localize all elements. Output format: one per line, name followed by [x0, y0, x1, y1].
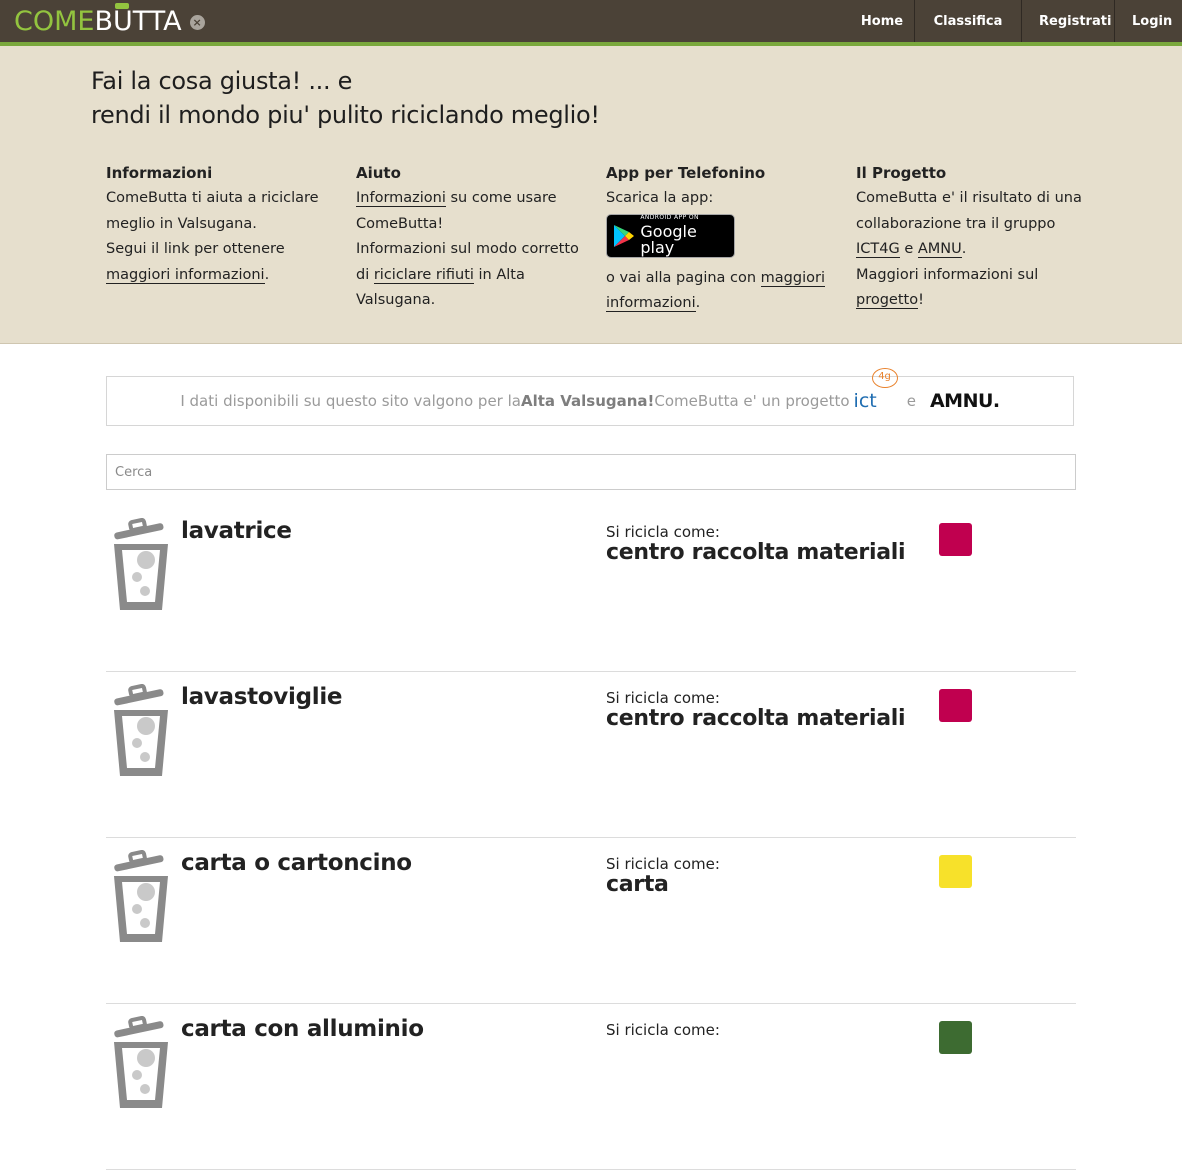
ict4g-link[interactable]: ICT4G — [856, 241, 900, 259]
trash-bin-icon — [114, 850, 168, 942]
aiuto-column: Aiuto Informazioni su come usare ComeBut… — [356, 161, 591, 314]
banner-text-1: I dati disponibili su questo sito valgon… — [180, 392, 521, 410]
result-row[interactable]: lavastoviglie Si ricicla come: centro ra… — [106, 672, 1076, 838]
item-name[interactable]: lavastoviglie — [181, 684, 343, 710]
result-row[interactable]: carta con alluminio Si ricicla come: — [106, 1004, 1076, 1170]
logo-bin-cap-icon — [115, 3, 129, 9]
nav-registrati[interactable]: Registrati — [1021, 0, 1114, 42]
hero-title: Fai la cosa giusta! ... e rendi il mondo… — [91, 64, 600, 132]
logo-text: COMEB UTTA — [14, 3, 182, 38]
category-color-swatch — [939, 1021, 972, 1054]
logo-b: B — [94, 6, 113, 37]
google-play-icon — [607, 214, 640, 258]
item-name[interactable]: carta o cartoncino — [181, 850, 412, 876]
aiuto-recycle-link[interactable]: riciclare rifiuti — [373, 266, 474, 284]
hero-title-line2: rendi il mondo piu' pulito riciclando me… — [91, 101, 600, 129]
result-row[interactable]: lavatrice Si ricicla come: centro raccol… — [106, 506, 1076, 672]
google-play-badge[interactable]: ANDROID APP ON Google play — [606, 213, 735, 258]
top-navbar: COMEB UTTA × Home Classifica Registrati L… — [0, 0, 1182, 46]
nav-login[interactable]: Login — [1114, 0, 1182, 42]
logo[interactable]: COMEB UTTA × — [14, 3, 205, 38]
progetto-link[interactable]: progetto — [856, 292, 919, 310]
app-text-2: o vai alla pagina con — [606, 269, 761, 286]
trash-bin-icon — [114, 684, 168, 776]
item-name[interactable]: lavatrice — [181, 518, 292, 544]
logo-tta: TTA — [132, 6, 182, 37]
recycle-category: carta — [606, 872, 669, 897]
category-color-swatch — [939, 855, 972, 888]
result-row[interactable]: carta o cartoncino Si ricicla come: cart… — [106, 838, 1076, 1004]
ict4g-bubble-icon: 4g — [871, 368, 898, 388]
results-list: lavatrice Si ricicla come: centro raccol… — [106, 506, 1076, 1170]
recycle-category: centro raccolta materiali — [606, 540, 906, 565]
hero-section: Fai la cosa giusta! ... e rendi il mondo… — [0, 46, 1182, 344]
main-nav: Home Classifica Registrati Login — [854, 0, 1182, 42]
trash-bin-icon — [114, 518, 168, 610]
progetto-column: Il Progetto ComeButta e' il risultato di… — [856, 161, 1091, 314]
app-text-1: Scarica la app: — [606, 190, 714, 206]
progetto-text-1: ComeButta e' il risultato di una collabo… — [856, 190, 1082, 232]
aiuto-info-link[interactable]: Informazioni — [356, 190, 446, 207]
search-input[interactable] — [106, 454, 1076, 490]
aiuto-heading: Aiuto — [356, 164, 401, 182]
logo-u: U — [113, 3, 133, 38]
nav-home[interactable]: Home — [854, 0, 914, 42]
recycle-label: Si ricicla come: — [606, 855, 720, 873]
hero-title-line1: Fai la cosa giusta! ... e — [91, 67, 353, 95]
recycle-category: centro raccolta materiali — [606, 706, 906, 731]
category-color-swatch — [939, 523, 972, 556]
item-name[interactable]: carta con alluminio — [181, 1016, 424, 1042]
ict4g-logo[interactable]: ict 4g — [854, 368, 898, 412]
category-color-swatch — [939, 689, 972, 722]
nav-classifica[interactable]: Classifica — [914, 0, 1021, 42]
app-heading: App per Telefonino — [606, 164, 766, 182]
info-more-link[interactable]: maggiori informazioni — [106, 266, 265, 284]
banner-text-2: ComeButta e' un progetto — [654, 392, 850, 410]
logo-come: COME — [14, 6, 95, 37]
amnu-link[interactable]: AMNU — [917, 241, 962, 259]
progetto-heading: Il Progetto — [856, 164, 947, 182]
recycle-label: Si ricicla come: — [606, 689, 720, 707]
info-banner: I dati disponibili su questo sito valgon… — [106, 368, 1074, 426]
google-play-text: ANDROID APP ON Google play — [640, 214, 699, 258]
banner-and: e — [906, 392, 916, 410]
app-column: App per Telefonino Scarica la app: ANDRO… — [606, 161, 841, 317]
info-heading: Informazioni — [106, 164, 213, 182]
trash-bin-icon — [114, 1016, 168, 1108]
amnu-logo[interactable]: AMNU. — [930, 390, 1000, 412]
banner-region: Alta Valsugana! — [520, 392, 655, 410]
progetto-text-4: Maggiori informazioni sul — [856, 266, 1039, 283]
close-icon[interactable]: × — [189, 14, 205, 30]
info-text-2: Segui il link per ottenere — [106, 241, 285, 258]
recycle-label: Si ricicla come: — [606, 1021, 720, 1039]
recycle-label: Si ricicla come: — [606, 523, 720, 541]
info-text: ComeButta ti aiuta a riciclare meglio in… — [106, 190, 319, 232]
info-column: Informazioni ComeButta ti aiuta a ricicl… — [106, 161, 341, 288]
